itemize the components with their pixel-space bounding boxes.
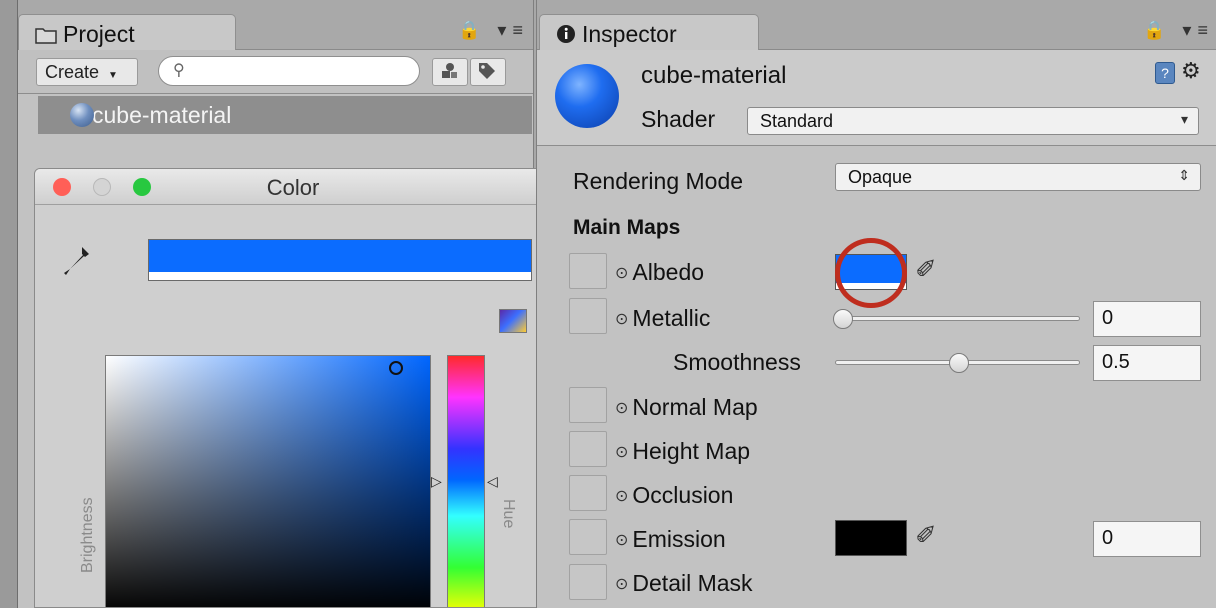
color-presets-icon[interactable] xyxy=(499,309,527,333)
window-left-edge xyxy=(0,0,18,608)
detail-mask-label-text: Detail Mask xyxy=(632,570,753,596)
tab-inspector-label: Inspector xyxy=(582,21,677,47)
albedo-eyedropper-icon[interactable]: ✐ xyxy=(915,254,937,285)
occlusion-label: ⊙ Occlusion xyxy=(615,482,733,509)
rendering-mode-label: Rendering Mode xyxy=(573,168,744,194)
project-toolbar: Create ▼ ⚲ xyxy=(18,50,533,94)
shader-value: Standard xyxy=(760,111,834,131)
project-tabbar: Project 🔒 ▾≡ xyxy=(18,0,533,51)
texture-picker-icon[interactable]: ⊙ xyxy=(615,488,628,505)
height-map-label: ⊙ Height Map xyxy=(615,438,750,465)
normal-map-label-text: Normal Map xyxy=(632,394,758,420)
color-picker-titlebar[interactable]: Color xyxy=(35,169,551,205)
albedo-label-text: Albedo xyxy=(632,259,705,285)
texture-picker-icon[interactable]: ⊙ xyxy=(615,265,628,282)
texture-picker-icon[interactable]: ⊙ xyxy=(615,400,628,417)
emission-label: ⊙ Emission xyxy=(615,526,726,553)
hue-label: Hue xyxy=(500,499,517,529)
asset-name: cube-material xyxy=(92,102,232,128)
shader-dropdown[interactable]: Standard ▾ xyxy=(747,107,1199,135)
alpha-strip xyxy=(149,272,531,280)
folder-icon xyxy=(35,23,57,50)
search-input[interactable]: ⚲ xyxy=(158,56,420,86)
tab-inspector[interactable]: Inspector xyxy=(539,14,759,51)
filter-by-type-button[interactable] xyxy=(432,58,468,86)
search-icon: ⚲ xyxy=(173,62,185,79)
material-header: cube-material ? ⚙ Shader Standard ▾ xyxy=(537,50,1216,146)
color-picker-window: Color Brightness ▷ ◁ Hue xyxy=(34,168,552,608)
height-map-texture-slot[interactable] xyxy=(569,431,607,467)
filter-by-label-button[interactable] xyxy=(470,58,506,86)
occlusion-label-text: Occlusion xyxy=(632,482,734,508)
hue-marker-left: ▷ xyxy=(431,473,442,489)
spinner-arrows-icon: ⇕ xyxy=(1178,167,1190,183)
emission-label-text: Emission xyxy=(632,526,726,552)
normal-map-label: ⊙ Normal Map xyxy=(615,394,758,421)
metallic-value-field[interactable]: 0 xyxy=(1093,301,1201,337)
albedo-label: ⊙ Albedo xyxy=(615,259,704,286)
color-picker-title: Color xyxy=(266,175,320,200)
occlusion-texture-slot[interactable] xyxy=(569,475,607,511)
metallic-label-text: Metallic xyxy=(632,305,711,331)
project-tab-menu[interactable]: 🔒 ▾≡ xyxy=(458,20,529,41)
texture-picker-icon[interactable]: ⊙ xyxy=(615,532,628,549)
albedo-highlight-circle xyxy=(835,238,907,308)
chevron-down-icon: ▾ xyxy=(1180,111,1188,127)
texture-picker-icon[interactable]: ⊙ xyxy=(615,576,628,593)
metallic-texture-slot[interactable] xyxy=(569,298,607,334)
tab-project[interactable]: Project xyxy=(18,14,236,51)
create-button[interactable]: Create ▼ xyxy=(36,58,138,86)
inspector-tabbar: Inspector 🔒 ▾≡ xyxy=(537,0,1216,51)
smoothness-label: Smoothness xyxy=(673,349,801,375)
texture-picker-icon[interactable]: ⊙ xyxy=(615,444,628,461)
info-icon xyxy=(556,23,576,50)
metallic-slider[interactable] xyxy=(835,316,1080,321)
height-map-label-text: Height Map xyxy=(632,438,751,464)
material-preview-sphere xyxy=(555,64,619,128)
help-icon[interactable]: ? xyxy=(1155,62,1175,84)
brightness-label: Brightness xyxy=(79,497,96,573)
hue-slider[interactable] xyxy=(447,355,485,607)
eyedropper-icon xyxy=(64,247,89,275)
hue-marker-right: ◁ xyxy=(487,473,498,489)
normal-map-texture-slot[interactable] xyxy=(569,387,607,423)
create-button-label: Create xyxy=(45,62,100,82)
rendering-mode-value: Opaque xyxy=(848,167,913,187)
detail-mask-label: ⊙ Detail Mask xyxy=(615,570,753,597)
emission-value-field[interactable]: 0 xyxy=(1093,521,1201,557)
smoothness-value-field[interactable]: 0.5 xyxy=(1093,345,1201,381)
emission-color-swatch[interactable] xyxy=(835,520,907,556)
inspector-tab-menu[interactable]: 🔒 ▾≡ xyxy=(1143,20,1214,41)
metallic-slider-thumb[interactable] xyxy=(833,309,853,329)
smoothness-slider-thumb[interactable] xyxy=(949,353,969,373)
texture-picker-icon[interactable]: ⊙ xyxy=(615,311,628,328)
albedo-texture-slot[interactable] xyxy=(569,253,607,289)
inspector-panel: Inspector 🔒 ▾≡ cube-material ? ⚙ Shader … xyxy=(536,0,1216,608)
eyedropper-button[interactable] xyxy=(61,245,91,284)
color-preview xyxy=(148,239,532,281)
tab-project-label: Project xyxy=(63,21,135,47)
metallic-label: ⊙ Metallic xyxy=(615,305,710,332)
gear-icon[interactable]: ⚙ xyxy=(1181,58,1201,84)
rendering-mode-dropdown[interactable]: Opaque ⇕ xyxy=(835,163,1201,191)
shader-label: Shader xyxy=(641,106,716,132)
tag-icon xyxy=(479,63,495,79)
emission-eyedropper-icon[interactable]: ✐ xyxy=(915,520,937,551)
color-cursor[interactable] xyxy=(389,361,403,375)
detail-mask-texture-slot[interactable] xyxy=(569,564,607,600)
saturation-brightness-field[interactable] xyxy=(105,355,431,607)
chevron-down-icon: ▼ xyxy=(108,70,118,81)
material-name: cube-material xyxy=(641,62,787,89)
emission-texture-slot[interactable] xyxy=(569,519,607,555)
material-sphere-icon xyxy=(70,103,94,127)
main-maps-heading: Main Maps xyxy=(573,216,681,239)
shapes-icon xyxy=(442,63,457,78)
list-item[interactable]: cube-material xyxy=(38,96,532,134)
